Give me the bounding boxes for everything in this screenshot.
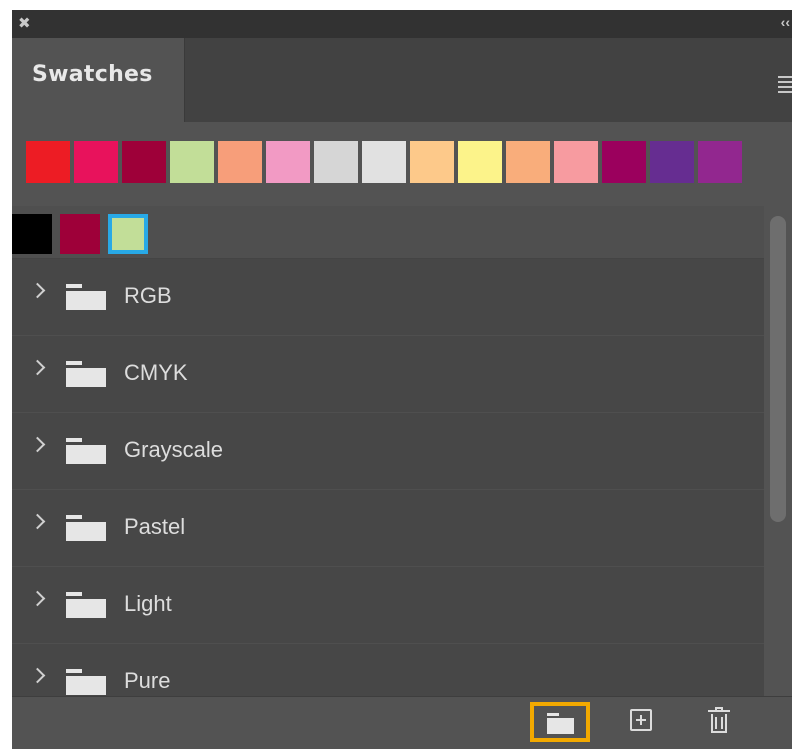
chevron-right-icon[interactable] bbox=[29, 667, 46, 684]
swatch[interactable] bbox=[314, 141, 358, 183]
swatch[interactable] bbox=[458, 141, 502, 183]
swatch-group-row[interactable]: Pure bbox=[12, 644, 764, 696]
tab-swatches[interactable]: Swatches bbox=[12, 38, 185, 122]
folder-icon bbox=[66, 361, 106, 387]
scrollbar-thumb[interactable] bbox=[770, 216, 786, 522]
swatch[interactable] bbox=[74, 141, 118, 183]
swatch-group-row[interactable]: Grayscale bbox=[12, 413, 764, 490]
panel-title-bar: ✖ ‹‹ bbox=[12, 10, 792, 38]
swatch[interactable] bbox=[266, 141, 310, 183]
panel-menu-icon[interactable] bbox=[778, 76, 792, 96]
create-new-group-button[interactable] bbox=[530, 702, 590, 742]
swatch-group-row[interactable]: Pastel bbox=[12, 490, 764, 567]
folder-icon bbox=[66, 438, 106, 464]
close-icon[interactable]: ✖ bbox=[18, 13, 31, 33]
folder-icon bbox=[66, 515, 106, 541]
swatch-group-label: Pastel bbox=[124, 514, 186, 539]
swatch-list: RGB CMYK Grayscale Pastel Light Pure bbox=[12, 206, 764, 696]
ungrouped-swatches bbox=[12, 206, 764, 259]
swatch-selected[interactable] bbox=[108, 214, 148, 254]
swatch[interactable] bbox=[60, 214, 100, 254]
swatch[interactable] bbox=[12, 214, 52, 254]
recent-swatches bbox=[26, 141, 746, 183]
swatch[interactable] bbox=[650, 141, 694, 183]
tab-bar: Swatches bbox=[12, 38, 792, 122]
swatch[interactable] bbox=[698, 141, 742, 183]
swatch[interactable] bbox=[26, 141, 70, 183]
swatch[interactable] bbox=[122, 141, 166, 183]
folder-icon bbox=[547, 713, 559, 716]
folder-icon bbox=[66, 669, 106, 695]
swatch-group-row[interactable]: Light bbox=[12, 567, 764, 644]
chevron-right-icon[interactable] bbox=[29, 513, 46, 530]
swatch[interactable] bbox=[506, 141, 550, 183]
swatch-group-label: CMYK bbox=[124, 360, 188, 385]
swatch-group-row[interactable]: RGB bbox=[12, 259, 764, 336]
swatch[interactable] bbox=[554, 141, 598, 183]
swatch-group-label: RGB bbox=[124, 283, 172, 308]
swatch[interactable] bbox=[362, 141, 406, 183]
create-new-swatch-button[interactable] bbox=[630, 709, 652, 731]
chevron-right-icon[interactable] bbox=[29, 436, 46, 453]
swatch[interactable] bbox=[410, 141, 454, 183]
swatch[interactable] bbox=[170, 141, 214, 183]
panel-footer bbox=[12, 696, 792, 749]
swatch-group-row[interactable]: CMYK bbox=[12, 336, 764, 413]
folder-icon bbox=[66, 592, 106, 618]
chevron-right-icon[interactable] bbox=[29, 282, 46, 299]
swatch-group-label: Pure bbox=[124, 668, 171, 693]
chevron-right-icon[interactable] bbox=[29, 359, 46, 376]
delete-swatch-button[interactable] bbox=[706, 707, 732, 735]
swatches-panel: ✖ ‹‹ Swatches RGB CMYK Grayscale Pastel Ligh… bbox=[12, 10, 792, 749]
swatch-group-label: Light bbox=[124, 591, 172, 616]
swatch-group-label: Grayscale bbox=[124, 437, 224, 462]
collapse-panel-icon[interactable]: ‹‹ bbox=[781, 12, 790, 32]
tab-label: Swatches bbox=[32, 62, 153, 87]
trash-icon bbox=[708, 710, 730, 712]
swatch[interactable] bbox=[602, 141, 646, 183]
swatch[interactable] bbox=[218, 141, 262, 183]
chevron-right-icon[interactable] bbox=[29, 590, 46, 607]
folder-icon bbox=[66, 284, 106, 310]
